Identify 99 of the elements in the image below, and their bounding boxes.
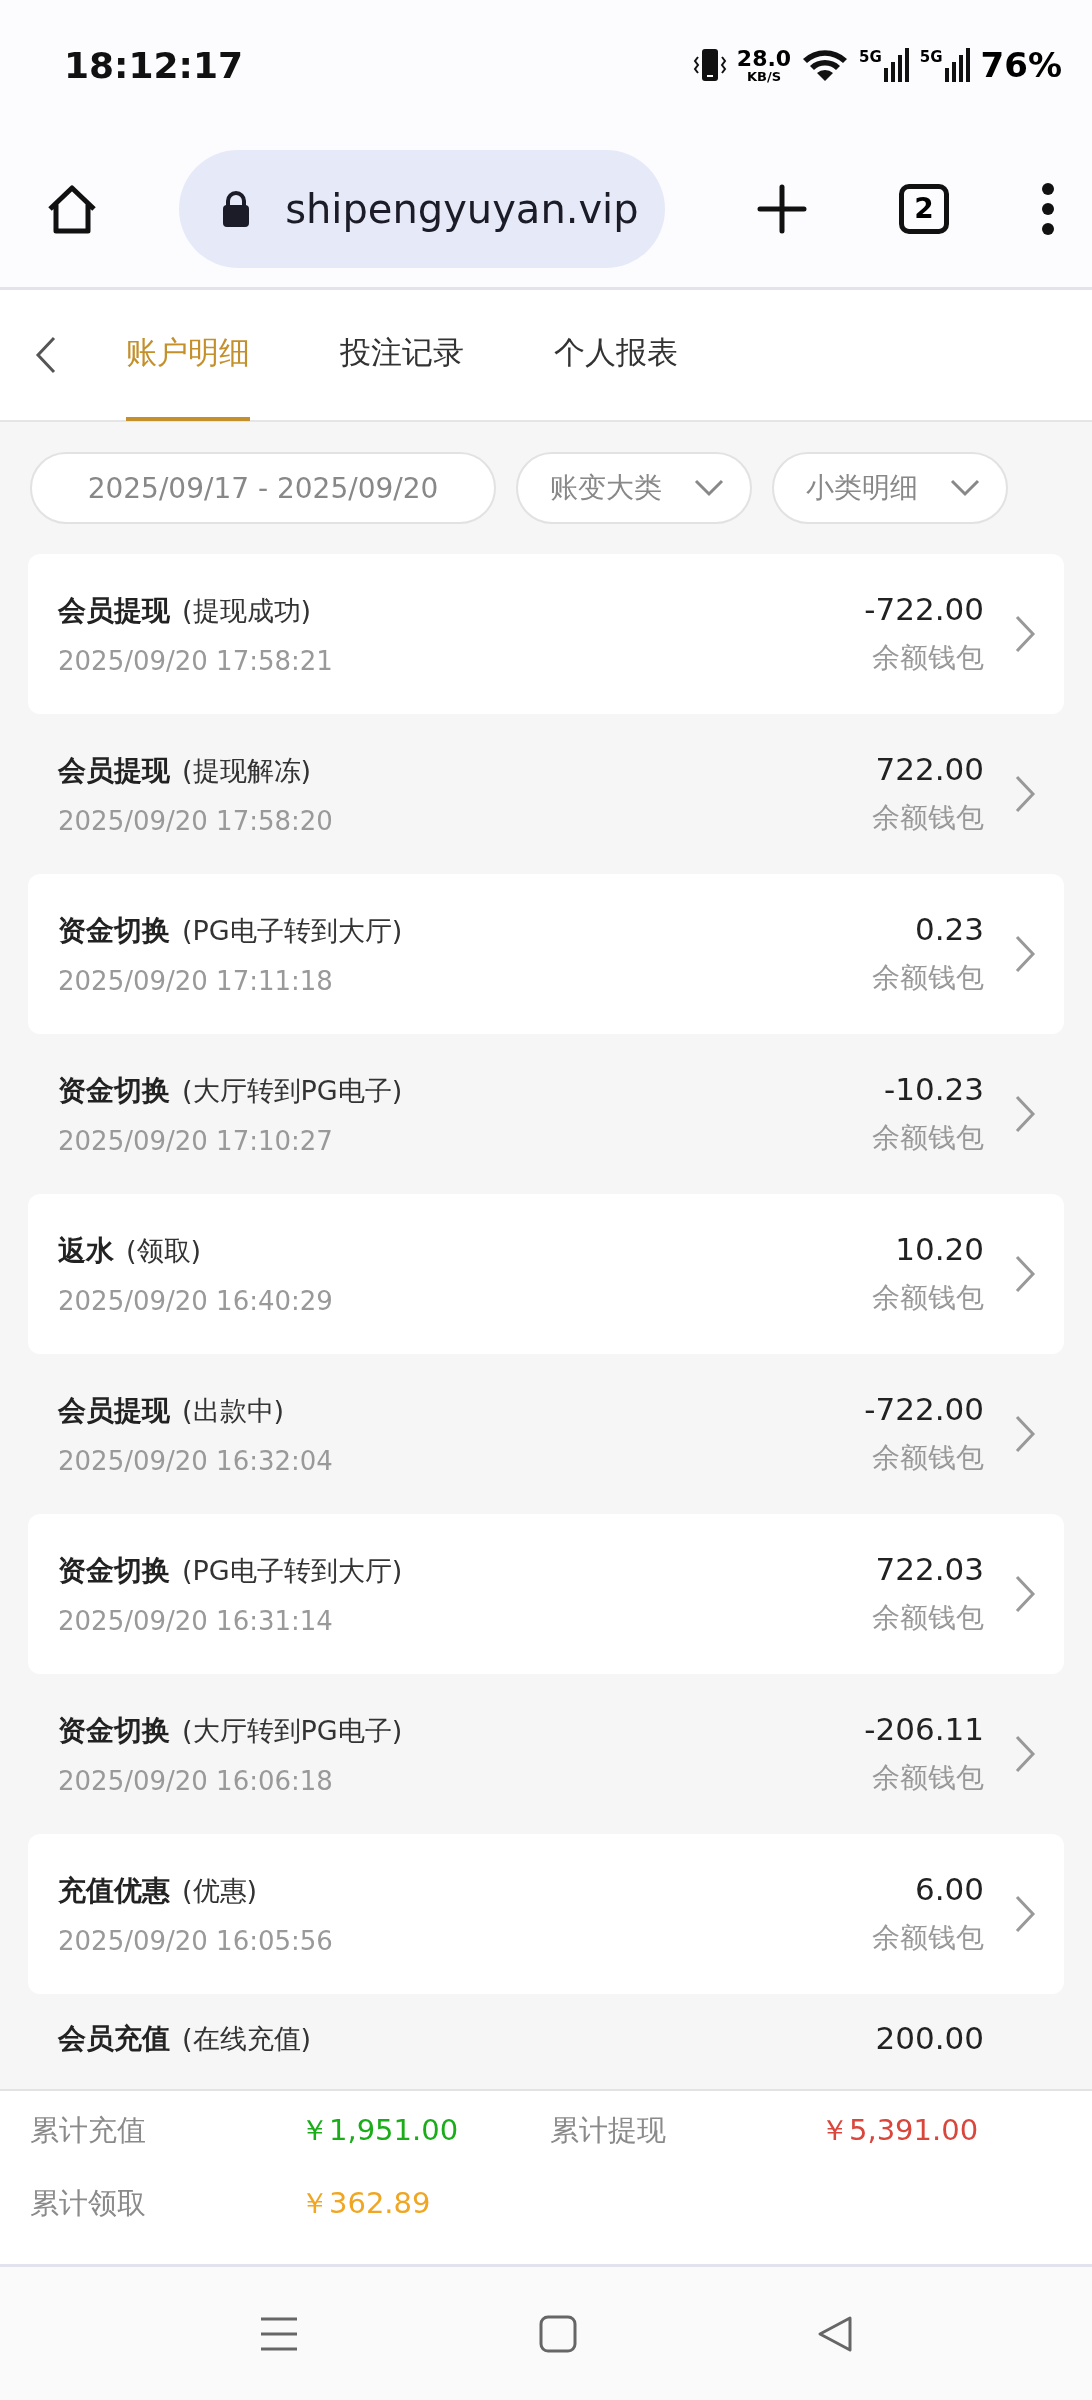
record-type: 充值优惠 [58,1873,170,1909]
wallet-label: 余额钱包 [872,640,984,676]
subcategory-dropdown[interactable]: 小类明细 [772,452,1008,524]
wifi-icon [801,47,850,83]
record-amount: 722.00 [875,751,984,787]
wallet-label: 余额钱包 [872,1120,984,1156]
chevron-right-icon [1014,1894,1036,1934]
signal-icon [883,48,910,82]
wallet-label: 余额钱包 [872,1760,984,1796]
signal-icon [944,48,971,82]
record-type: 会员提现 [58,593,170,629]
back-icon[interactable] [34,335,58,375]
record-detail: (优惠) [182,1874,258,1908]
record-time: 2025/09/20 17:58:20 [58,806,334,836]
caret-icon [694,479,724,497]
wallet-label: 余额钱包 [872,1440,984,1476]
record-card[interactable]: 会员提现 (提现成功) 2025/09/20 17:58:21 -722.00 余额钱包 [28,554,1064,714]
record-amount: -722.00 [864,591,984,627]
chevron-right-icon [1014,1734,1036,1774]
address-bar[interactable]: shipengyuyan.vip [179,149,665,268]
plus-icon[interactable] [755,182,808,235]
record-detail: (出款中) [182,1394,285,1428]
record-card[interactable]: 返水 (领取) 2025/09/20 16:40:29 10.20 余额钱包 [28,1194,1064,1354]
status-time: 18:12:17 [64,44,244,86]
record-amount: 0.23 [914,911,984,947]
tab[interactable]: 投注记录 [340,289,464,421]
record-type: 会员提现 [58,753,170,789]
record-card[interactable]: 资金切换 (PG电子转到大厅) 2025/09/20 17:11:18 0.23 余额钱包 [28,874,1064,1034]
speed-unit: KB/S [746,69,781,83]
wallet-label: 余额钱包 [872,800,984,836]
record-time: 2025/09/20 17:11:18 [58,966,334,996]
record-amount: 6.00 [914,1871,984,1907]
record-row[interactable]: 会员充值 (在线充值) 200.00 [28,1994,1064,2089]
network-type: 5G [919,48,943,66]
record-time: 2025/09/20 17:10:27 [58,1126,334,1156]
wallet-label: 余额钱包 [872,960,984,996]
chevron-right-icon [1014,1414,1036,1454]
record-time: 2025/09/20 16:05:56 [58,1926,334,1956]
record-amount: 10.20 [895,1231,984,1267]
record-detail: (领取) [126,1234,202,1268]
summary-value: ￥1,951.00 [300,2112,459,2149]
record-detail: (PG电子转到大厅) [182,1554,403,1588]
record-time: 2025/09/20 17:58:21 [58,646,334,676]
more-icon[interactable] [1040,182,1056,235]
record-type: 资金切换 [58,913,170,949]
record-time: 2025/09/20 16:40:29 [58,1286,334,1316]
chevron-right-icon [1014,1094,1036,1134]
record-detail: (大厅转到PG电子) [182,1074,403,1108]
vibrate-icon [692,47,727,83]
record-amount: 722.03 [875,1551,984,1587]
battery-level: 76% [980,45,1062,85]
record-type: 资金切换 [58,1713,170,1749]
summary-label: 累计充值 [30,2112,147,2149]
menu-icon[interactable] [259,2315,299,2352]
chevron-right-icon [1014,1574,1036,1614]
record-card[interactable]: 资金切换 (PG电子转到大厅) 2025/09/20 16:31:14 722.03 余额钱包 [28,1514,1064,1674]
record-card[interactable]: 充值优惠 (优惠) 2025/09/20 16:05:56 6.00 余额钱包 [28,1834,1064,1994]
record-detail: (在线充值) [182,2022,312,2056]
record-time: 2025/09/20 16:31:14 [58,1606,334,1636]
record-amount: -206.11 [864,1711,984,1747]
caret-icon [950,479,980,497]
record-type: 资金切换 [58,1073,170,1109]
summary-label: 累计领取 [30,2184,147,2222]
date-range-field[interactable]: 2025/09/17 - 2025/09/20 [30,452,496,524]
record-type: 返水 [58,1233,114,1269]
record-amount: 200.00 [875,2020,984,2056]
wallet-label: 余额钱包 [872,1280,984,1316]
category-dropdown[interactable]: 账变大类 [516,452,752,524]
home-button-icon[interactable] [539,2314,577,2353]
network-type: 5G [859,48,882,66]
record-amount: -10.23 [884,1071,984,1107]
record-detail: (PG电子转到大厅) [182,914,403,948]
tab-switcher[interactable]: 2 [898,183,949,234]
chevron-right-icon [1014,1254,1036,1294]
chevron-right-icon [1014,934,1036,974]
wallet-label: 余额钱包 [872,1600,984,1636]
chevron-right-icon [1014,614,1036,654]
record-time: 2025/09/20 16:06:18 [58,1766,334,1796]
record-row[interactable]: 会员提现 (提现解冻) 2025/09/20 17:58:20 722.00 余额钱包 [28,714,1064,874]
record-type: 资金切换 [58,1553,170,1589]
tab[interactable]: 个人报表 [554,289,678,421]
summary-value: ￥362.89 [300,2184,431,2222]
record-row[interactable]: 资金切换 (大厅转到PG电子) 2025/09/20 17:10:27 -10.23 余额钱包 [28,1034,1064,1194]
record-detail: (提现解冻) [182,754,312,788]
summary-value: ￥5,391.00 [820,2112,979,2149]
record-detail: (提现成功) [182,594,312,628]
record-type: 会员充值 [58,2021,170,2057]
record-time: 2025/09/20 16:32:04 [58,1446,334,1476]
chevron-right-icon [1014,774,1036,814]
wallet-label: 余额钱包 [872,1920,984,1956]
record-row[interactable]: 会员提现 (出款中) 2025/09/20 16:32:04 -722.00 余额钱包 [28,1354,1064,1514]
summary-label: 累计提现 [550,2112,667,2149]
network-speed: 28.0 [736,47,792,70]
record-type: 会员提现 [58,1393,170,1429]
lock-icon [221,189,252,228]
record-detail: (大厅转到PG电子) [182,1714,403,1748]
record-amount: -722.00 [864,1391,984,1427]
back-triangle-icon[interactable] [817,2314,853,2353]
record-row[interactable]: 资金切换 (大厅转到PG电子) 2025/09/20 16:06:18 -206.11 余额钱包 [28,1674,1064,1834]
